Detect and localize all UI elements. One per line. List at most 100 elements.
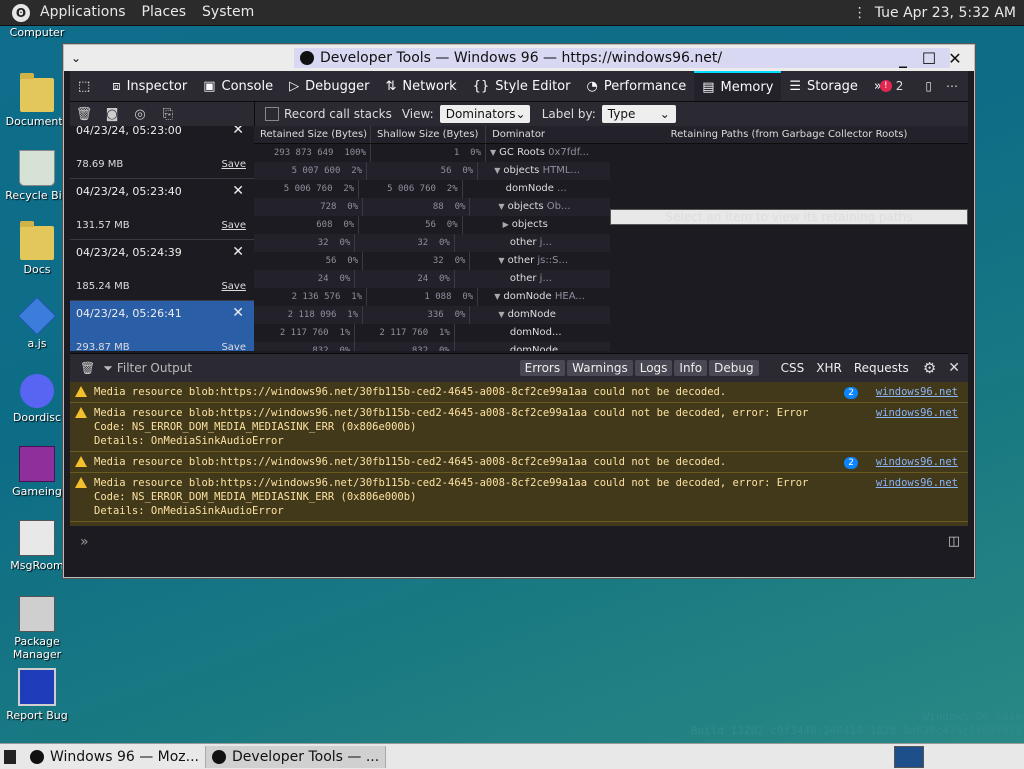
camera-icon[interactable]: ◙ <box>98 107 126 122</box>
menu-places[interactable]: Places <box>134 0 195 25</box>
save-link[interactable]: Save <box>221 220 246 231</box>
filter-logs-button[interactable]: Logs <box>634 360 673 376</box>
tree-row[interactable]: 32 0% 32 0% other j... <box>254 234 610 252</box>
panel-more-icon[interactable]: ⋮ <box>853 5 867 21</box>
element-picker-button[interactable]: ⬚ <box>70 71 104 101</box>
gnome-foot-icon[interactable]: ʘ <box>12 3 30 22</box>
tree-row[interactable]: 5 006 760 2% 5 006 760 2% domNode ... <box>254 180 610 198</box>
tree-row[interactable]: 608 0% 56 0% ▶ objects <box>254 216 610 234</box>
tab-style-editor[interactable]: {} Style Editor <box>465 71 579 101</box>
chevron-down-icon[interactable]: ⌄ <box>64 51 88 65</box>
desktop-icon-docs[interactable]: Docs <box>2 221 72 276</box>
title-bar[interactable]: ⌄ Developer Tools — Windows 96 — https:/… <box>64 45 974 71</box>
tree-row[interactable]: 832 0% 832 0% domNode <box>254 342 610 351</box>
console-message[interactable]: Media resource blob:https://windows96.ne… <box>70 452 968 473</box>
more-options-icon[interactable]: ⋯ <box>946 79 958 93</box>
filter-warnings-button[interactable]: Warnings <box>567 360 633 376</box>
source-link[interactable]: windows96.net <box>876 406 958 420</box>
tree-row[interactable]: 2 136 576 1% 1 088 0% ▼ domNode HEA... <box>254 288 610 306</box>
taskbar-item[interactable]: Windows 96 — Moz... <box>24 745 207 768</box>
desktop-icon-package-manager[interactable]: Package Manager <box>2 596 72 661</box>
desktop-icon-doordisc[interactable]: Doordisc <box>2 374 72 424</box>
import-icon[interactable]: ⎘ <box>154 107 182 122</box>
desktop-icon-computer[interactable]: Computer <box>2 26 72 39</box>
filter-xhr-button[interactable]: XHR <box>811 360 847 376</box>
close-icon[interactable]: ✕ <box>232 305 244 321</box>
desktop-icon-report-bug[interactable]: Report Bug <box>2 668 72 722</box>
view-select[interactable]: Dominators ⌄ <box>439 105 530 123</box>
tab-memory[interactable]: ▤ Memory <box>694 71 782 101</box>
source-link[interactable]: windows96.net <box>876 455 958 469</box>
desktop-icon-recycle-bin[interactable]: Recycle Bin <box>2 150 72 202</box>
menu-system[interactable]: System <box>194 0 262 25</box>
snapshot-item[interactable]: 04/23/24, 05:23:00 ✕ 78.69 MB Save <box>70 126 254 179</box>
split-console-icon[interactable]: ◫ <box>948 534 960 549</box>
expand-triangle-icon[interactable]: ▼ <box>494 292 500 301</box>
settings-icon[interactable]: ⚙ <box>923 359 936 377</box>
diff-icon[interactable]: ◎ <box>126 107 154 122</box>
expand-triangle-icon[interactable]: ▼ <box>490 148 496 157</box>
desktop-icon-ajs[interactable]: a.js <box>2 296 72 350</box>
tree-row[interactable]: 5 007 600 2% 56 0% ▼ objects HTML... <box>254 162 610 180</box>
close-icon[interactable]: ✕ <box>232 244 244 260</box>
save-link[interactable]: Save <box>221 159 246 170</box>
desktop-icon-documents[interactable]: Documents <box>2 73 72 128</box>
desktop-icon-msgroom[interactable]: MsgRoom <box>2 520 72 572</box>
expand-triangle-icon[interactable]: ▼ <box>494 166 500 175</box>
minimize-button[interactable]: _ <box>890 49 916 68</box>
tree-row[interactable]: 728 0% 88 0% ▼ objects Ob... <box>254 198 610 216</box>
start-icon[interactable] <box>4 749 16 764</box>
filter-info-button[interactable]: Info <box>674 360 708 376</box>
expand-triangle-icon[interactable]: ▼ <box>498 256 504 265</box>
error-icon[interactable]: ! <box>879 80 892 92</box>
close-icon[interactable]: ✕ <box>232 126 244 138</box>
save-link[interactable]: Save <box>221 281 246 292</box>
tree-row[interactable]: 56 0% 32 0% ▼ other js::S... <box>254 252 610 270</box>
error-count[interactable]: 2 <box>896 79 904 93</box>
maximize-button[interactable]: ☐ <box>916 49 942 68</box>
taskbar-item[interactable]: Developer Tools — ... <box>206 745 387 768</box>
snapshot-item[interactable]: 04/23/24, 05:23:40 ✕ 131.57 MB Save <box>70 179 254 240</box>
tab-storage[interactable]: ☰ Storage <box>781 71 866 101</box>
console-message[interactable]: Media resource blob:https://windows96.ne… <box>70 473 968 522</box>
tab-console[interactable]: ▣ Console <box>195 71 281 101</box>
filter-debug-button[interactable]: Debug <box>709 360 759 376</box>
expand-triangle-icon[interactable]: ▼ <box>498 202 504 211</box>
filter-output-input[interactable]: ⏷ Filter Output <box>103 361 192 376</box>
window-title-area[interactable]: Developer Tools — Windows 96 — https://w… <box>294 48 950 68</box>
column-header[interactable]: Dominator <box>486 126 610 143</box>
snapshot-item[interactable]: 04/23/24, 05:24:39 ✕ 185.24 MB Save <box>70 240 254 301</box>
snapshot-item[interactable]: 04/23/24, 05:26:41 ✕ 293.87 MB Save <box>70 301 254 351</box>
tab-debugger[interactable]: ▷ Debugger <box>281 71 377 101</box>
tree-row[interactable]: 24 0% 24 0% other j... <box>254 270 610 288</box>
console-message[interactable]: Media resource blob:https://windows96.ne… <box>70 382 968 403</box>
filter-css-button[interactable]: CSS <box>776 360 810 376</box>
console-message[interactable]: Media resource blob:https://windows96.ne… <box>70 403 968 452</box>
menu-applications[interactable]: Applications <box>32 0 134 25</box>
close-icon[interactable]: ✕ <box>232 183 244 199</box>
tab-performance[interactable]: ◔ Performance <box>578 71 694 101</box>
expand-triangle-icon[interactable]: ▶ <box>503 220 509 229</box>
trash-icon[interactable]: 🗑 <box>70 107 98 122</box>
save-link[interactable]: Save <box>221 342 246 351</box>
tree-row[interactable]: 293 873 649 100% 1 0% ▼ GC Roots 0x7fdf..… <box>254 144 610 162</box>
close-button[interactable]: ✕ <box>942 49 968 68</box>
tree-row[interactable]: 2 117 760 1% 2 117 760 1% domNod... <box>254 324 610 342</box>
close-icon[interactable]: ✕ <box>948 360 960 376</box>
trash-icon[interactable]: 🗑 <box>80 361 95 375</box>
desktop-icon-gameing[interactable]: Gameing <box>2 446 72 498</box>
console-input[interactable]: » ◫ <box>70 526 968 571</box>
workspace-switcher[interactable] <box>894 746 924 768</box>
column-header[interactable]: Shallow Size (Bytes) <box>371 126 487 143</box>
source-link[interactable]: windows96.net <box>876 385 958 399</box>
dock-icon[interactable]: ▯ <box>925 79 932 93</box>
clock[interactable]: Tue Apr 23, 5:32 AM <box>875 5 1016 21</box>
expand-triangle-icon[interactable]: ▼ <box>498 310 504 319</box>
source-link[interactable]: windows96.net <box>876 476 958 490</box>
filter-errors-button[interactable]: Errors <box>519 360 566 376</box>
record-call-stacks-checkbox[interactable] <box>265 107 279 121</box>
tree-row[interactable]: 2 118 096 1% 336 0% ▼ domNode <box>254 306 610 324</box>
label-by-select[interactable]: Type ⌄ <box>601 105 676 123</box>
filter-requests-button[interactable]: Requests <box>849 360 914 376</box>
tab-network[interactable]: ⇅ Network <box>377 71 464 101</box>
